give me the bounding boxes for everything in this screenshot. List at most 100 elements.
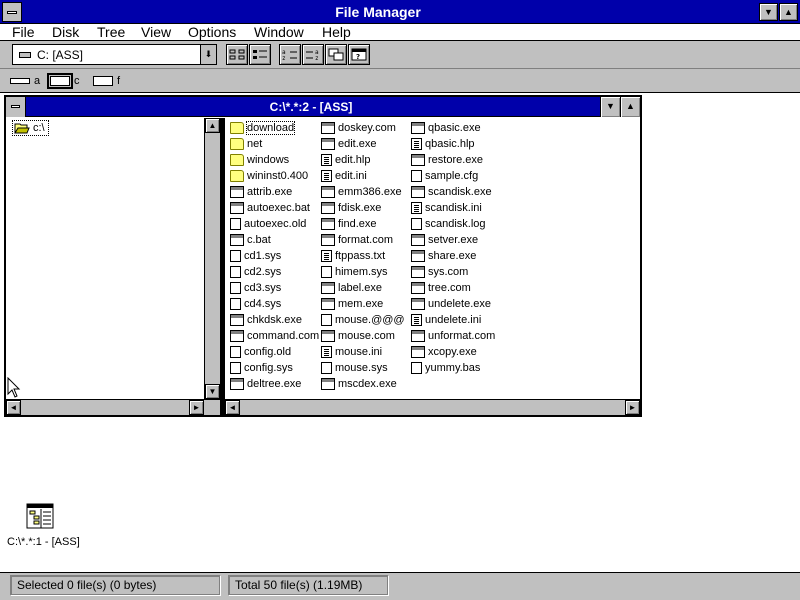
file-item[interactable]: unformat.com [411,328,495,344]
file-item[interactable]: undelete.ini [411,312,481,328]
scroll-down-button[interactable]: ▼ [205,384,220,399]
file-item[interactable]: qbasic.exe [411,120,481,136]
program-file-icon [411,298,425,310]
file-item[interactable]: sys.com [411,264,468,280]
file-item[interactable]: find.exe [321,216,377,232]
file-item[interactable]: undelete.exe [411,296,491,312]
menu-tree[interactable]: Tree [97,24,125,40]
file-item[interactable]: qbasic.hlp [411,136,475,152]
disconnect-network-drive-button[interactable] [249,44,271,65]
file-item[interactable]: cd2.sys [230,264,281,280]
file-item[interactable]: restore.exe [411,152,483,168]
sort-by-type-button[interactable]: az [302,44,324,65]
file-item[interactable]: edit.hlp [321,152,370,168]
file-item[interactable]: download [230,120,296,136]
file-item[interactable]: mscdex.exe [321,376,397,392]
file-item[interactable]: tree.com [411,280,471,296]
drive-bar: a c f [0,69,800,93]
file-item[interactable]: scandisk.exe [411,184,492,200]
drive-f[interactable]: f [93,73,120,89]
file-item[interactable]: wininst0.400 [230,168,308,184]
child-maximize-button[interactable]: ▲ [620,97,640,117]
menu-file[interactable]: File [12,24,35,40]
file-item[interactable]: yummy.bas [411,360,480,376]
minimize-button[interactable]: ▼ [759,3,778,21]
scroll-right-button[interactable]: ► [625,400,640,415]
copy-button[interactable] [325,44,347,65]
file-item[interactable]: label.exe [321,280,382,296]
file-item[interactable]: attrib.exe [230,184,292,200]
tree-horizontal-scrollbar[interactable]: ◄ ► [6,399,220,415]
file-item[interactable]: mouse.sys [321,360,388,376]
minimized-window-label[interactable]: C:\*.*:1 - [ASS] [7,536,80,548]
program-file-icon [411,266,425,278]
drive-select[interactable]: C: [ASS] ⬇ [12,44,217,65]
minimized-directory-window-icon[interactable] [26,503,54,529]
drive-c[interactable]: c [47,73,80,89]
file-item[interactable]: windows [230,152,289,168]
maximize-button[interactable]: ▲ [779,3,798,21]
file-item[interactable]: setver.exe [411,232,478,248]
file-item[interactable]: chkdsk.exe [230,312,302,328]
file-item[interactable]: config.old [230,344,291,360]
file-item[interactable]: doskey.com [321,120,396,136]
file-item[interactable]: mouse.com [321,328,395,344]
file-item[interactable]: mem.exe [321,296,383,312]
file-item[interactable]: cd1.sys [230,248,281,264]
drive-a[interactable]: a [10,73,40,89]
file-item[interactable]: sample.cfg [411,168,478,184]
file-item[interactable]: c.bat [230,232,271,248]
file-item[interactable]: mouse.ini [321,344,382,360]
file-item[interactable]: autoexec.old [230,216,306,232]
file-item[interactable]: net [230,136,262,152]
scroll-left-button[interactable]: ◄ [6,400,21,415]
child-minimize-button[interactable]: ▼ [600,97,620,117]
file-item[interactable]: cd3.sys [230,280,281,296]
menu-help[interactable]: Help [322,24,351,40]
file-item[interactable]: emm386.exe [321,184,402,200]
scroll-right-button[interactable]: ► [189,400,204,415]
scroll-left-button[interactable]: ◄ [225,400,240,415]
file-item[interactable]: ftppass.txt [321,248,385,264]
file-list-horizontal-scrollbar[interactable]: ◄ ► [225,399,640,415]
menu-window[interactable]: Window [254,24,304,40]
menu-view[interactable]: View [141,24,171,40]
properties-button[interactable]: ? [348,44,370,65]
file-item[interactable]: command.com [230,328,319,344]
file-item[interactable]: config.sys [230,360,293,376]
program-file-icon [411,282,425,294]
connect-network-drive-button[interactable] [226,44,248,65]
file-item[interactable]: cd4.sys [230,296,281,312]
file-item[interactable]: share.exe [411,248,476,264]
scroll-up-button[interactable]: ▲ [205,118,220,133]
sort-by-name-button[interactable]: az [279,44,301,65]
directory-window-title: C:\*.*:2 - [ASS] [269,100,353,114]
menu-disk[interactable]: Disk [52,24,79,40]
tree-item-root[interactable]: c:\ [12,120,49,136]
file-item[interactable]: himem.sys [321,264,388,280]
file-item[interactable]: scandisk.ini [411,200,482,216]
file-item[interactable]: autoexec.bat [230,200,310,216]
file-name: label.exe [338,282,383,294]
file-name: download [245,121,296,135]
child-system-menu-button[interactable] [6,97,26,117]
directory-window: C:\*.*:2 - [ASS] ▼ ▲ c:\ ▲ ▼ ◄ ► downloa… [4,95,642,417]
title-bar: File Manager ▼ ▲ [0,0,800,24]
dropdown-arrow-icon[interactable]: ⬇ [200,45,216,64]
file-item[interactable]: fdisk.exe [321,200,381,216]
file-item[interactable]: mouse.@@@ [321,312,405,328]
file-name: sample.cfg [425,170,479,182]
svg-text:?: ? [356,53,360,61]
file-icon [321,314,332,326]
file-item[interactable]: deltree.exe [230,376,301,392]
file-item[interactable]: scandisk.log [411,216,486,232]
file-item[interactable]: format.com [321,232,393,248]
file-name: find.exe [338,218,377,230]
file-name: mem.exe [338,298,384,310]
file-item[interactable]: edit.ini [321,168,367,184]
file-item[interactable]: xcopy.exe [411,344,477,360]
menu-options[interactable]: Options [188,24,236,40]
tree-vertical-scrollbar[interactable]: ▲ ▼ [204,118,220,399]
file-name: attrib.exe [247,186,293,198]
file-item[interactable]: edit.exe [321,136,377,152]
